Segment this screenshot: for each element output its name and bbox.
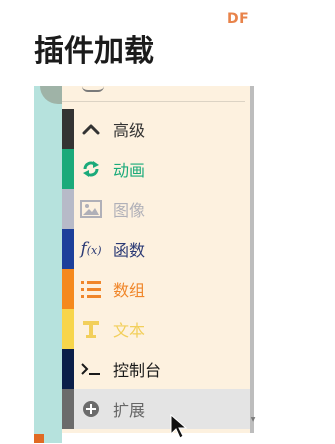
toolbox-panel: ▼ 高级 动画 图像 f(x) 函数 数组 文本 控制台 扩展 bbox=[34, 86, 256, 443]
category-swatch bbox=[62, 349, 74, 389]
category-label: 控制台 bbox=[113, 361, 162, 380]
function-icon: f(x) bbox=[80, 239, 102, 259]
brand-logo: DF bbox=[227, 11, 250, 27]
text-icon bbox=[74, 309, 108, 349]
refresh-icon bbox=[74, 149, 108, 189]
category-text[interactable]: 文本 bbox=[62, 309, 250, 349]
category-animation[interactable]: 动画 bbox=[62, 149, 250, 189]
add-circle-icon bbox=[74, 389, 108, 429]
category-swatch bbox=[62, 389, 74, 429]
flyout-scrollbar[interactable] bbox=[250, 86, 254, 433]
chevron-up-icon bbox=[74, 109, 108, 149]
partial-category-above bbox=[82, 86, 104, 92]
category-swatch bbox=[62, 229, 74, 269]
category-swatch bbox=[62, 309, 74, 349]
category-console[interactable]: 控制台 bbox=[62, 349, 250, 389]
category-label: 动画 bbox=[113, 161, 146, 180]
category-extensions[interactable]: 扩展 bbox=[62, 389, 250, 429]
category-label: 函数 bbox=[113, 241, 146, 260]
list-icon bbox=[74, 269, 108, 309]
category-swatch bbox=[62, 269, 74, 309]
category-label: 图像 bbox=[113, 201, 146, 220]
category-swatch bbox=[62, 109, 74, 149]
page-title: 插件加载 bbox=[34, 34, 154, 69]
category-image[interactable]: 图像 bbox=[62, 189, 250, 229]
category-swatch bbox=[62, 189, 74, 229]
category-label: 扩展 bbox=[113, 401, 146, 420]
category-functions[interactable]: f(x) 函数 bbox=[62, 229, 250, 269]
workspace-strip bbox=[34, 86, 62, 443]
terminal-icon bbox=[74, 349, 108, 389]
category-advanced[interactable]: 高级 bbox=[62, 109, 250, 149]
category-arrays[interactable]: 数组 bbox=[62, 269, 250, 309]
workspace-marker bbox=[34, 434, 44, 443]
category-label: 数组 bbox=[113, 281, 146, 300]
category-swatch bbox=[62, 149, 74, 189]
category-label: 文本 bbox=[113, 321, 146, 340]
image-icon bbox=[74, 189, 108, 229]
mouse-cursor-icon bbox=[170, 413, 188, 444]
scroll-down-arrow-icon[interactable]: ▼ bbox=[250, 417, 256, 423]
category-label: 高级 bbox=[113, 121, 146, 140]
flyout-divider bbox=[62, 101, 245, 102]
